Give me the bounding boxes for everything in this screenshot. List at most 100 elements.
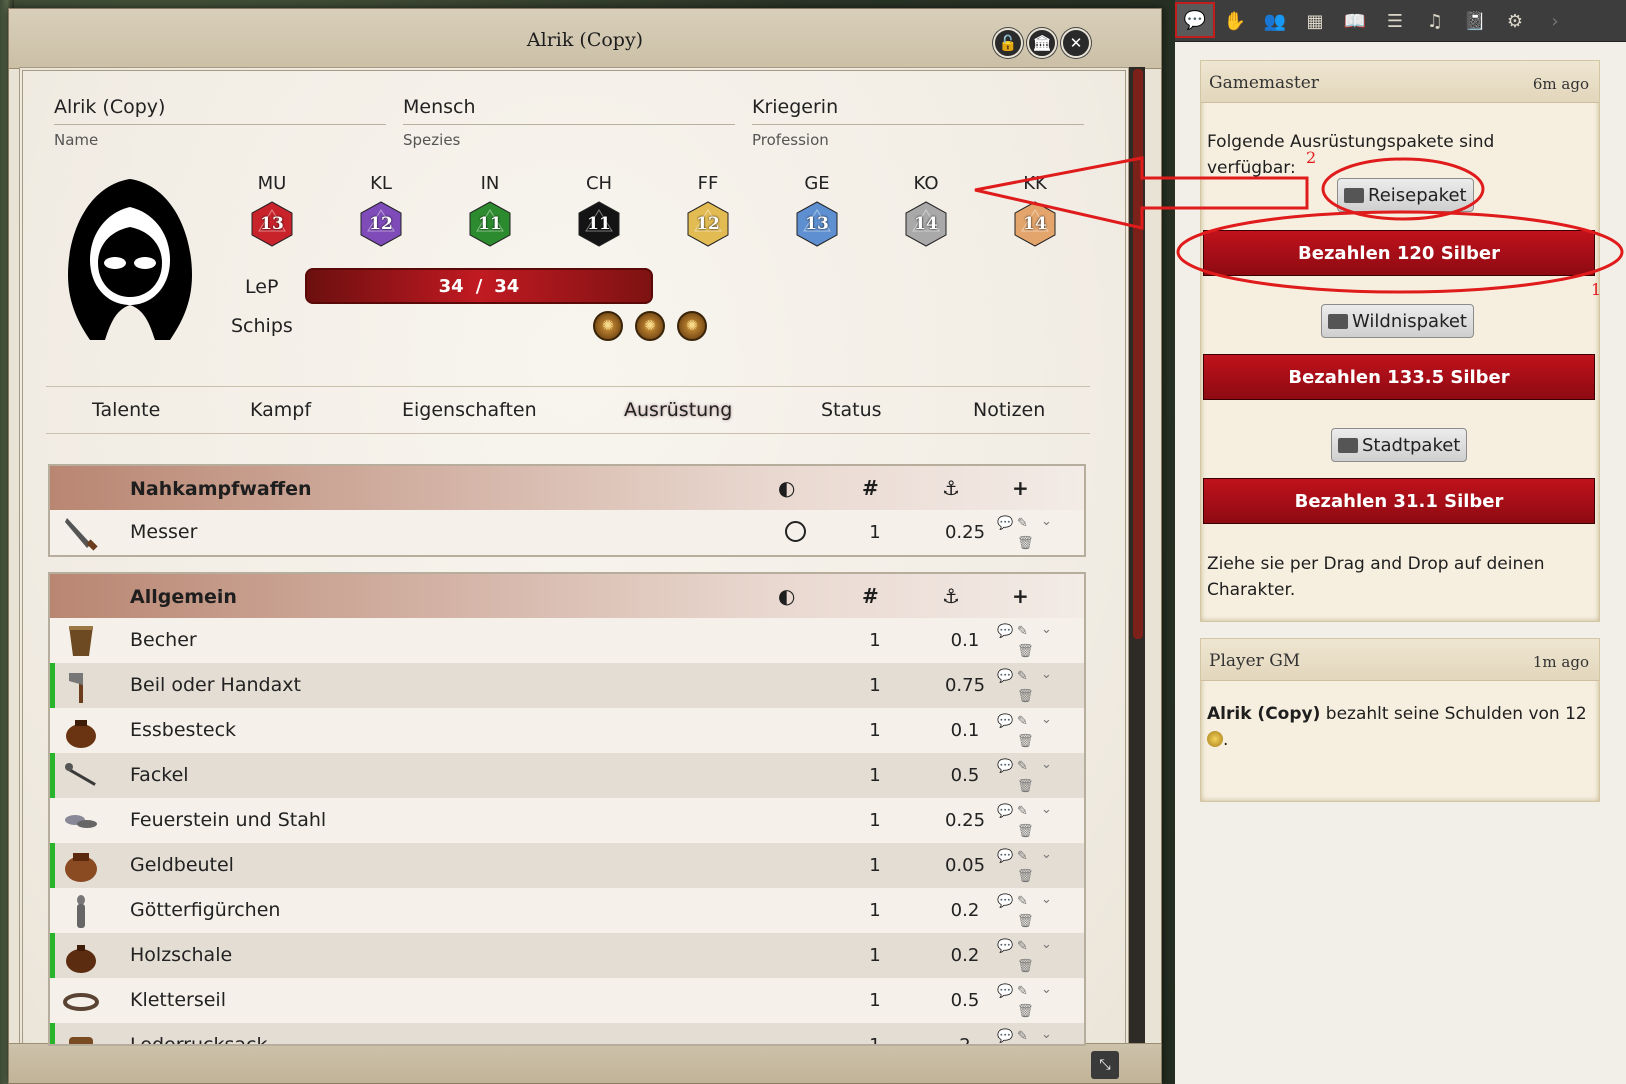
edit-icon[interactable]: ✎ <box>1017 849 1028 864</box>
chevron-down-icon[interactable]: ⌄ <box>1041 937 1052 952</box>
chat-icon[interactable]: 💬 <box>997 894 1013 909</box>
trash-icon[interactable]: 🗑 <box>1017 536 1034 551</box>
equip-toggle[interactable] <box>785 521 806 542</box>
package-reisepaket[interactable]: Reisepaket <box>1337 178 1474 212</box>
edit-icon[interactable]: ✎ <box>1017 804 1028 819</box>
table-row[interactable]: Holzschale 1 0.2 💬 ✎ ⌄ 🗑 <box>50 933 1084 978</box>
species-field[interactable]: Mensch Spezies <box>403 96 735 149</box>
trash-icon[interactable]: 🗑 <box>1017 1004 1034 1019</box>
item-name[interactable]: Lederrucksack <box>130 1034 267 1044</box>
chat-icon[interactable]: 💬 <box>1175 2 1215 38</box>
name-field[interactable]: Alrik (Copy) Name <box>54 96 386 149</box>
attribute-mu[interactable]: MU 13 <box>237 173 307 248</box>
item-name[interactable]: Kletterseil <box>130 989 226 1011</box>
library-button[interactable]: 🏛 <box>1027 28 1057 58</box>
item-name[interactable]: Geldbeutel <box>130 854 234 876</box>
attribute-ko[interactable]: KO 14 <box>891 173 961 248</box>
dice-hand-icon[interactable]: ✋ <box>1220 6 1250 36</box>
chat-icon[interactable]: 💬 <box>997 984 1013 999</box>
chevron-down-icon[interactable]: ⌄ <box>1041 667 1052 682</box>
d20-icon[interactable]: 13 <box>248 200 296 248</box>
schip-token-icon[interactable]: ✺ <box>677 311 707 341</box>
table-row[interactable]: Fackel 1 0.5 💬 ✎ ⌄ 🗑 <box>50 753 1084 798</box>
table-row[interactable]: Lederrucksack12💬✎⌄🗑 <box>50 1023 1084 1044</box>
chat-icon[interactable]: 💬 <box>997 759 1013 774</box>
trash-icon[interactable]: 🗑 <box>1017 914 1034 929</box>
compendium-icon[interactable]: 📓 <box>1460 6 1490 36</box>
edit-icon[interactable]: ✎ <box>1017 516 1028 531</box>
trash-icon[interactable]: 🗑 <box>1017 689 1034 704</box>
edit-icon[interactable]: ✎ <box>1017 714 1028 729</box>
chevron-down-icon[interactable]: ⌄ <box>1041 892 1052 907</box>
window-header[interactable]: Alrik (Copy) 🔓 🏛 ✕ <box>9 9 1161 69</box>
lock-button[interactable]: 🔓 <box>993 28 1023 58</box>
attribute-ff[interactable]: FF 12 <box>673 173 743 248</box>
chevron-down-icon[interactable]: ⌄ <box>1041 1027 1052 1042</box>
species-value[interactable]: Mensch <box>403 96 735 125</box>
chevron-down-icon[interactable]: ⌄ <box>1041 802 1052 817</box>
chat-icon[interactable]: 💬 <box>997 669 1013 684</box>
package-wildnispaket[interactable]: Wildnispaket <box>1321 304 1474 338</box>
chat-icon[interactable]: 💬 <box>997 624 1013 639</box>
schip-token-icon[interactable]: ✺ <box>593 311 623 341</box>
avatar[interactable] <box>60 175 200 345</box>
chevron-down-icon[interactable]: ⌄ <box>1041 757 1052 772</box>
package-stadtpaket[interactable]: Stadtpaket <box>1331 428 1468 462</box>
edit-icon[interactable]: ✎ <box>1017 939 1028 954</box>
table-row[interactable]: Messer 1 0.25 💬 ✎ ⌄ 🗑 <box>50 510 1084 555</box>
pay-button-stadtpaket[interactable]: Bezahlen 31.1 Silber <box>1203 478 1595 524</box>
sheet-scroll-thumb[interactable] <box>1133 69 1143 639</box>
users-icon[interactable]: 👥 <box>1260 6 1290 36</box>
table-row[interactable]: Essbesteck 1 0.1 💬 ✎ ⌄ 🗑 <box>50 708 1084 753</box>
pay-button-reisepaket[interactable]: Bezahlen 120 Silber <box>1203 230 1595 276</box>
trash-icon[interactable]: 🗑 <box>1017 644 1034 659</box>
item-name[interactable]: Essbesteck <box>130 719 236 741</box>
lep-bar[interactable]: 34 / 34 <box>305 268 653 304</box>
table-row[interactable]: Geldbeutel 1 0.05 💬 ✎ ⌄ 🗑 <box>50 843 1084 888</box>
item-name[interactable]: Holzschale <box>130 944 232 966</box>
edit-icon[interactable]: ✎ <box>1017 669 1028 684</box>
edit-icon[interactable]: ✎ <box>1017 984 1028 999</box>
trash-icon[interactable]: 🗑 <box>1017 869 1034 884</box>
table-row[interactable]: Feuerstein und Stahl 1 0.25 💬 ✎ ⌄ 🗑 <box>50 798 1084 843</box>
chevron-down-icon[interactable]: ⌄ <box>1041 982 1052 997</box>
edit-icon[interactable]: ✎ <box>1017 624 1028 639</box>
item-name[interactable]: Becher <box>130 629 197 651</box>
attribute-kk[interactable]: KK 14 <box>1000 173 1070 248</box>
edit-icon[interactable]: ✎ <box>1017 894 1028 909</box>
d20-icon[interactable]: 14 <box>1011 200 1059 248</box>
d20-icon[interactable]: 13 <box>793 200 841 248</box>
attribute-kl[interactable]: KL 12 <box>346 173 416 248</box>
add-item-button[interactable]: + <box>1012 584 1029 608</box>
tab-kampf[interactable]: Kampf <box>250 399 311 421</box>
item-name[interactable]: Feuerstein und Stahl <box>130 809 326 831</box>
chat-icon[interactable]: 💬 <box>997 804 1013 819</box>
d20-icon[interactable]: 14 <box>902 200 950 248</box>
d20-icon[interactable]: 12 <box>684 200 732 248</box>
trash-icon[interactable]: 🗑 <box>1017 734 1034 749</box>
resize-handle[interactable]: ⤡ <box>1091 1051 1119 1079</box>
table-row[interactable]: Becher 1 0.1 💬 ✎ ⌄ 🗑 <box>50 618 1084 663</box>
profession-value[interactable]: Kriegerin <box>752 96 1084 125</box>
chat-icon[interactable]: 💬 <box>997 714 1013 729</box>
chevron-down-icon[interactable]: ⌄ <box>1041 514 1052 529</box>
edit-icon[interactable]: ✎ <box>1017 759 1028 774</box>
tab-eigenschaften[interactable]: Eigenschaften <box>402 399 537 421</box>
items-icon[interactable]: ▦ <box>1300 6 1330 36</box>
chat-icon[interactable]: 💬 <box>997 849 1013 864</box>
actor-name[interactable]: Alrik (Copy) <box>1207 704 1320 724</box>
table-row[interactable]: Beil oder Handaxt 1 0.75 💬 ✎ ⌄ 🗑 <box>50 663 1084 708</box>
table-row[interactable]: Kletterseil 1 0.5 💬 ✎ ⌄ 🗑 <box>50 978 1084 1023</box>
settings-icon[interactable]: ⚙ <box>1500 6 1530 36</box>
name-value[interactable]: Alrik (Copy) <box>54 96 386 125</box>
trash-icon[interactable]: 🗑 <box>1017 779 1034 794</box>
item-name[interactable]: Fackel <box>130 764 189 786</box>
chat-icon[interactable]: 💬 <box>997 939 1013 954</box>
profession-field[interactable]: Kriegerin Profession <box>752 96 1084 149</box>
attribute-ch[interactable]: CH 11 <box>564 173 634 248</box>
add-item-button[interactable]: + <box>1012 476 1029 500</box>
attribute-in[interactable]: IN 11 <box>455 173 525 248</box>
table-row[interactable]: Götterfigürchen 1 0.2 💬 ✎ ⌄ 🗑 <box>50 888 1084 933</box>
tab-talente[interactable]: Talente <box>92 399 160 421</box>
d20-icon[interactable]: 11 <box>466 200 514 248</box>
